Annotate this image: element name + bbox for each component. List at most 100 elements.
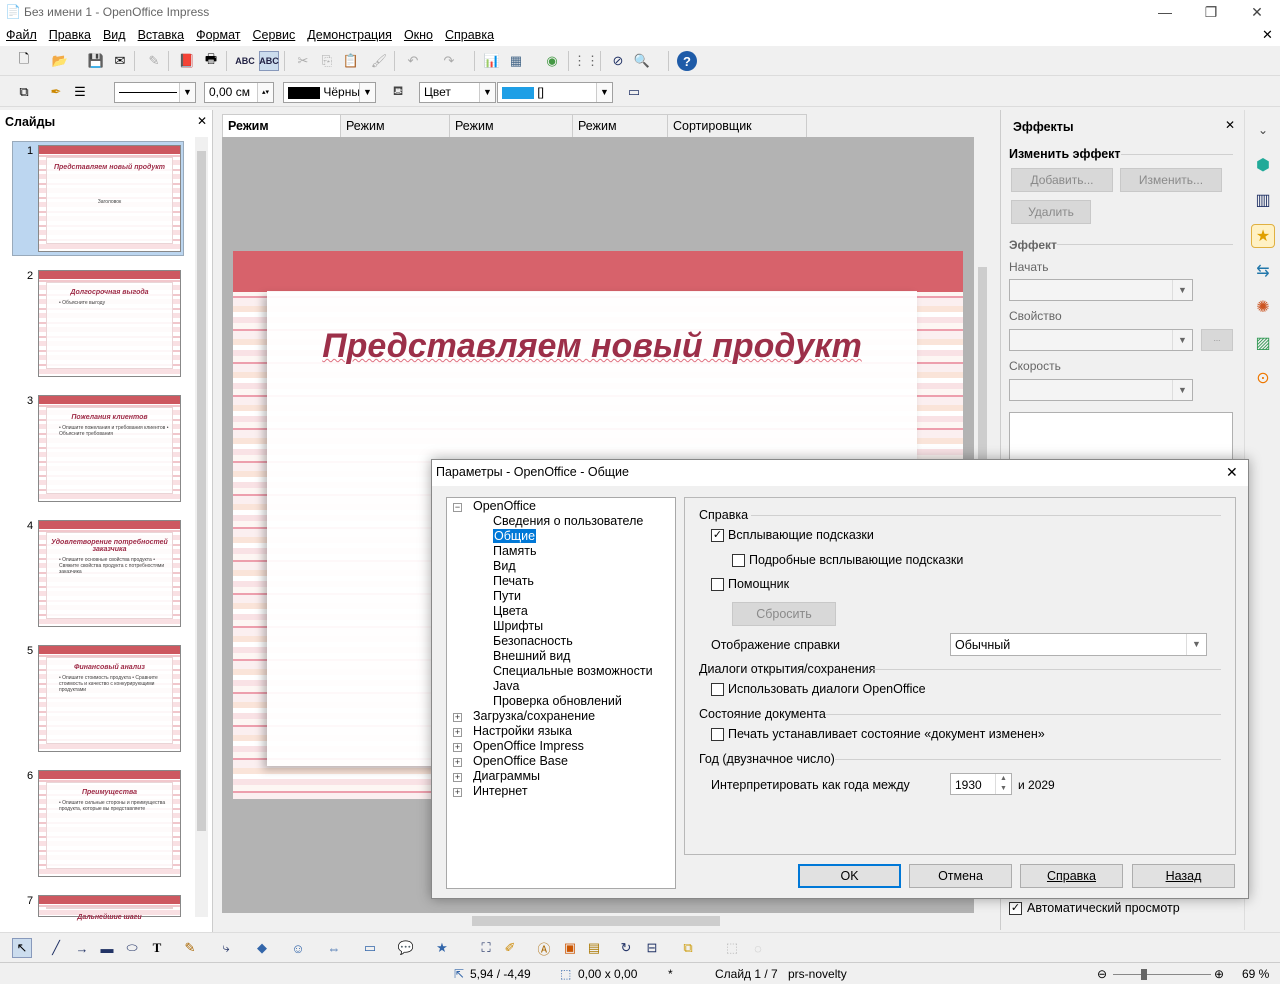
master-pages-icon[interactable]: ▥ <box>1251 189 1275 213</box>
area-style-select[interactable]: Цвет ▼ <box>419 82 496 103</box>
alignment-icon[interactable]: ⊟ <box>642 938 662 958</box>
table-icon[interactable]: ▦ <box>506 51 526 71</box>
spellcheck-icon[interactable]: ABC <box>235 51 255 71</box>
add-effect-button[interactable]: Добавить... <box>1011 168 1113 192</box>
menu-view[interactable]: Вид <box>97 24 132 42</box>
help-agent-checkbox[interactable] <box>711 578 724 591</box>
line-width-field[interactable]: 0,00 см ▴▾ <box>204 82 274 103</box>
back-button[interactable]: Назад <box>1132 864 1235 888</box>
change-effect-button[interactable]: Изменить... <box>1120 168 1222 192</box>
print-modified-checkbox[interactable] <box>711 728 724 741</box>
zoom-level[interactable]: 69 % <box>1242 967 1269 981</box>
block-arrows-icon[interactable]: ⇔ <box>324 938 344 958</box>
close-window-button[interactable]: ✕ <box>1234 0 1280 24</box>
effects-panel-close-icon[interactable]: ✕ <box>1225 118 1235 132</box>
auto-preview-checkbox[interactable]: ✓ <box>1009 902 1022 915</box>
glue-points-icon[interactable]: ✐ <box>500 938 520 958</box>
modified-indicator[interactable]: * <box>668 967 673 981</box>
zoom-slider-handle[interactable] <box>1141 969 1147 980</box>
menu-slideshow[interactable]: Демонстрация <box>301 24 398 42</box>
property-select[interactable]: ▼ <box>1009 329 1193 351</box>
tree-category[interactable]: Загрузка/сохранение <box>473 709 595 723</box>
clone-format-icon[interactable]: 🖌 <box>369 51 389 71</box>
line-style-select[interactable]: ▼ <box>114 82 196 103</box>
zoom-in-icon[interactable]: ⊕ <box>1214 967 1224 981</box>
tree-category[interactable]: Диаграммы <box>473 769 540 783</box>
slides-panel-close-icon[interactable]: ✕ <box>197 114 207 128</box>
tree-item-selected[interactable]: Общие <box>493 529 537 543</box>
tree-item[interactable]: Безопасность <box>493 634 573 648</box>
reset-help-agent-button[interactable]: Сбросить <box>732 602 836 626</box>
speed-select[interactable]: ▼ <box>1009 379 1193 401</box>
flowchart-icon[interactable]: ▭ <box>360 938 380 958</box>
menu-file[interactable]: Файл <box>0 24 43 42</box>
rectangle-icon[interactable]: ▬ <box>97 938 117 958</box>
menu-format[interactable]: Формат <box>190 24 246 42</box>
zoom-slider[interactable] <box>1113 974 1211 975</box>
symbol-shapes-icon[interactable]: ☺ <box>288 938 308 958</box>
tree-item[interactable]: Шрифты <box>493 619 543 633</box>
print-icon[interactable]: 🖶 <box>201 51 221 71</box>
gallery-tool-icon[interactable]: ▤ <box>584 938 604 958</box>
help-icon[interactable]: ? <box>677 51 697 71</box>
tree-category[interactable]: OpenOffice Base <box>473 754 568 768</box>
line-tool-icon[interactable]: ╱ <box>46 938 66 958</box>
connector-icon[interactable]: ⤷ <box>216 938 236 958</box>
menu-tools[interactable]: Сервис <box>246 24 301 42</box>
tree-item[interactable]: Проверка обновлений <box>493 694 622 708</box>
slide-title[interactable]: Представляем новый продукт <box>267 327 917 366</box>
extrusion-icon[interactable]: ⬚ <box>722 938 742 958</box>
menu-edit[interactable]: Правка <box>43 24 97 42</box>
line-color-select[interactable]: Чёрный ▼ <box>283 82 376 103</box>
gallery-icon[interactable]: ▨ <box>1251 332 1275 356</box>
tree-expand-icon[interactable]: + <box>453 773 462 782</box>
canvas-horizontal-scrollbar[interactable] <box>222 913 975 929</box>
help-format-select[interactable]: Обычный ▼ <box>950 633 1207 656</box>
arrange-icon[interactable]: ⧉ <box>678 938 698 958</box>
chart-icon[interactable]: 📊 <box>482 51 502 71</box>
layouts-icon[interactable]: ⬢ <box>1251 154 1275 178</box>
minimize-button[interactable]: — <box>1142 0 1188 24</box>
tree-item[interactable]: Сведения о пользователе <box>493 514 643 528</box>
tree-root-openoffice[interactable]: OpenOffice <box>473 499 536 513</box>
navigator-icon[interactable]: ⊘ <box>608 51 628 71</box>
slide-thumbnail[interactable]: Пожелания клиентов • Опишите пожелания и … <box>38 395 181 502</box>
tree-category[interactable]: Интернет <box>473 784 528 798</box>
year-start-spinner[interactable]: 1930 ▲ ▼ <box>950 773 1012 795</box>
line-endings-icon[interactable]: ✒ <box>46 82 66 102</box>
custom-animation-icon[interactable]: ★ <box>1251 224 1275 248</box>
paste-icon[interactable]: 📋 <box>341 51 361 71</box>
ok-button[interactable]: OK <box>798 864 901 888</box>
tree-category[interactable]: OpenOffice Impress <box>473 739 584 753</box>
dialog-close-button[interactable]: ✕ <box>1226 464 1238 481</box>
toggle-toolbar-icon[interactable]: ⧉ <box>14 82 34 102</box>
tree-item[interactable]: Специальные возможности <box>493 664 653 678</box>
start-select[interactable]: ▼ <box>1009 279 1193 301</box>
ellipse-icon[interactable]: ⬭ <box>122 938 142 958</box>
styles-icon[interactable]: ✺ <box>1251 296 1275 320</box>
tree-collapse-icon[interactable]: − <box>453 503 462 512</box>
tab-handout[interactable]: Режим тезисов <box>572 114 668 155</box>
edit-file-icon[interactable]: ✎ <box>144 51 164 71</box>
maximize-button[interactable]: ❐ <box>1188 0 1234 24</box>
stars-icon[interactable]: ★ <box>432 938 452 958</box>
rotate-icon[interactable]: ↻ <box>616 938 636 958</box>
tree-item[interactable]: Пути <box>493 589 521 603</box>
cancel-button[interactable]: Отмена <box>909 864 1012 888</box>
slide-thumbnail[interactable]: Преимущества • Опишите сильные стороны и … <box>38 770 181 877</box>
tree-item[interactable]: Цвета <box>493 604 528 618</box>
area-color-select[interactable]: [] ▼ <box>497 82 613 103</box>
tab-drawing[interactable]: Режим рисования <box>222 114 341 155</box>
callouts-icon[interactable]: 💬 <box>396 938 416 958</box>
tree-category[interactable]: Настройки языка <box>473 724 572 738</box>
tree-item[interactable]: Внешний вид <box>493 649 570 663</box>
zoom-icon[interactable]: 🔍 <box>632 51 652 71</box>
fontwork-icon[interactable]: Ⓐ <box>534 938 554 958</box>
tree-item[interactable]: Печать <box>493 574 534 588</box>
text-tool-icon[interactable]: T <box>147 938 167 958</box>
grid-icon[interactable]: ⋮⋮ <box>573 51 599 71</box>
area-fill-icon[interactable]: ⛾ <box>388 82 408 102</box>
undo-icon[interactable]: ↶ <box>403 51 423 71</box>
slide-thumbnail[interactable]: Представляем новый продукт Заголовок <box>38 145 181 252</box>
tab-notes[interactable]: Режим примечаний <box>449 114 573 155</box>
